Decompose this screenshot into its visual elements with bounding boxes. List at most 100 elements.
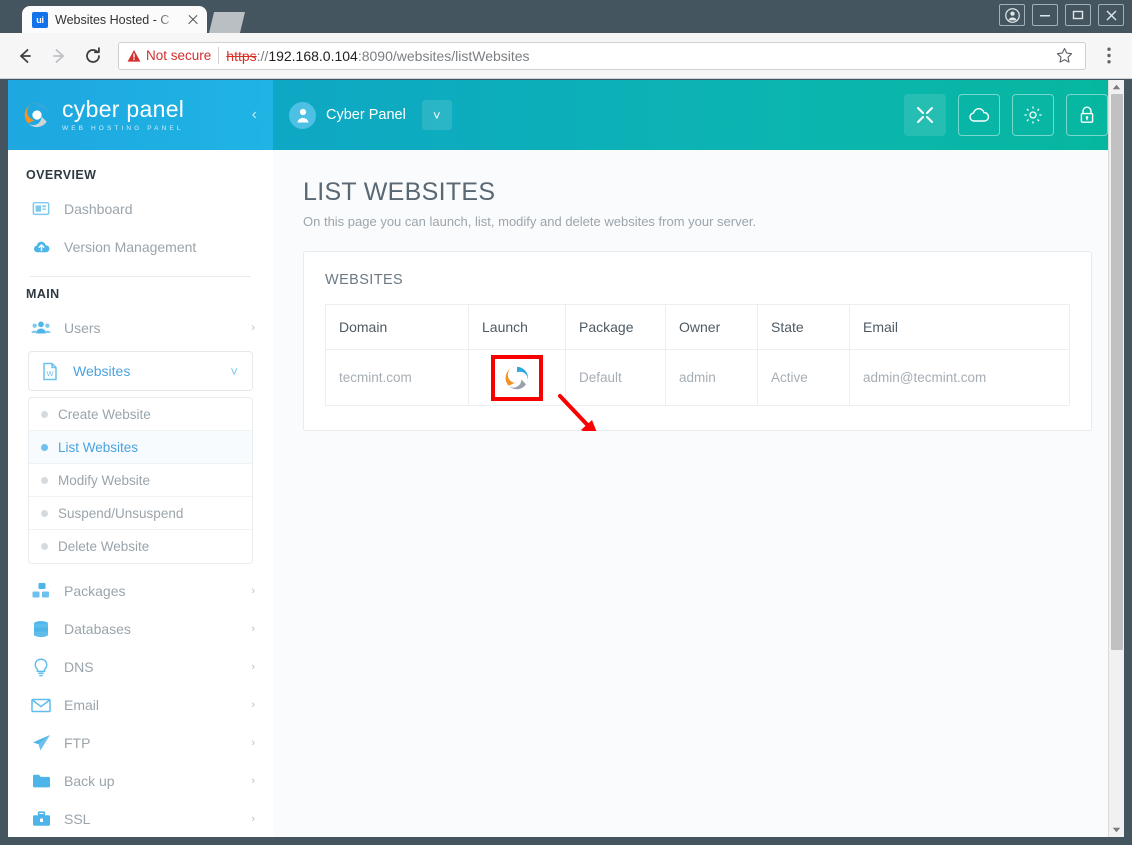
brand-name: cyber panel	[62, 96, 185, 122]
dns-bulb-icon	[30, 657, 52, 677]
url-scheme: https	[226, 47, 257, 64]
tab-strip: ui Websites Hosted - C	[0, 6, 245, 33]
submenu-item-label: Create Website	[58, 406, 151, 422]
bullet-icon	[41, 509, 48, 517]
star-icon[interactable]	[1051, 43, 1077, 69]
websites-table: Domain Launch Package Owner State Email …	[325, 304, 1070, 406]
fullscreen-icon[interactable]	[904, 94, 946, 136]
submenu-item-create-website[interactable]: Create Website	[29, 398, 252, 431]
database-icon	[30, 620, 52, 638]
bullet-icon	[41, 410, 48, 418]
sidebar-item-label: Packages	[64, 583, 126, 599]
three-dot-menu-icon[interactable]	[1096, 43, 1122, 69]
page-scrollbar[interactable]	[1108, 80, 1124, 837]
submenu-item-label: List Websites	[58, 439, 139, 455]
page-subtitle: On this page you can launch, list, modif…	[303, 214, 757, 229]
cloud-icon[interactable]	[958, 94, 1000, 136]
sidebar-item-label: Email	[64, 697, 100, 713]
scrollbar-thumb[interactable]	[1111, 94, 1123, 650]
url-text: https://192.168.0.104:8090/websites/list…	[226, 48, 529, 64]
gear-icon[interactable]	[1012, 94, 1054, 136]
sidebar-item-websites[interactable]: W Websites ˅	[28, 351, 253, 391]
submenu-item-list-websites[interactable]: List Websites	[29, 431, 252, 464]
scroll-down-icon[interactable]	[1109, 823, 1124, 837]
column-header-state: State	[757, 304, 850, 350]
sidebar-section-overview: OVERVIEW	[26, 168, 97, 182]
user-menu[interactable]: Cyber Panel	[289, 101, 406, 129]
maximize-icon[interactable]	[1065, 4, 1091, 26]
browser-titlebar: ui Websites Hosted - C	[0, 0, 1132, 33]
dashboard-icon	[30, 200, 52, 218]
window-controls	[999, 4, 1124, 26]
column-header-domain: Domain	[325, 304, 469, 350]
sidebar: cyber panel WEB HOSTING PANEL ‹ OVERVIEW…	[8, 80, 273, 837]
bullet-icon	[41, 543, 48, 550]
cloud-upload-icon	[30, 238, 52, 257]
sidebar-item-backup[interactable]: Back up ›	[8, 762, 273, 800]
main-area: Cyber Panel ˅ LIST WEBSITES On this page…	[273, 80, 1124, 837]
sidebar-section-main: MAIN	[26, 287, 60, 301]
email-envelope-icon	[30, 698, 52, 713]
brand-tagline: WEB HOSTING PANEL	[62, 125, 184, 132]
browser-tab[interactable]: ui Websites Hosted - C	[22, 6, 207, 33]
cyberpanel-logo-icon	[22, 100, 52, 130]
lock-icon[interactable]	[1066, 94, 1108, 136]
tab-title: Websites Hosted - C	[55, 12, 170, 27]
bullet-icon	[41, 443, 48, 451]
sidebar-item-dashboard[interactable]: Dashboard	[8, 190, 273, 228]
website-doc-icon: W	[39, 362, 61, 381]
chevron-right-icon: ›	[251, 623, 255, 635]
new-tab-button[interactable]	[209, 12, 245, 33]
sidebar-item-label: Databases	[64, 621, 131, 637]
reload-icon[interactable]	[78, 41, 108, 71]
user-avatar-icon	[289, 101, 316, 129]
sidebar-item-email[interactable]: Email ›	[8, 686, 273, 724]
submenu-item-label: Suspend/Unsuspend	[58, 505, 184, 521]
submenu-item-label: Modify Website	[58, 472, 151, 488]
minimize-icon[interactable]	[1032, 4, 1058, 26]
sidebar-item-databases[interactable]: Databases ›	[8, 610, 273, 648]
folder-icon	[30, 773, 52, 789]
sidebar-item-label: SSL	[64, 811, 91, 827]
cell-domain: tecmint.com	[325, 349, 469, 406]
cell-email: admin@tecmint.com	[849, 349, 1070, 406]
sidebar-item-ssl[interactable]: SSL ›	[8, 800, 273, 837]
submenu-item-modify-website[interactable]: Modify Website	[29, 464, 252, 497]
url-path: :8090/websites/listWebsites	[357, 47, 530, 64]
sidebar-item-users[interactable]: Users ›	[8, 309, 273, 347]
security-status[interactable]: Not secure	[127, 48, 211, 63]
url-host: 192.168.0.104	[268, 47, 358, 64]
submenu-item-suspend-unsuspend[interactable]: Suspend/Unsuspend	[29, 497, 252, 530]
address-bar[interactable]: Not secure https://192.168.0.104:8090/we…	[118, 41, 1086, 70]
close-icon[interactable]	[1098, 4, 1124, 26]
chevron-down-icon: ˅	[230, 363, 238, 379]
chevron-left-icon[interactable]: ‹	[252, 106, 257, 124]
sidebar-item-version-management[interactable]: Version Management	[8, 228, 273, 266]
sidebar-item-ftp[interactable]: FTP ›	[8, 724, 273, 762]
websites-submenu: Create Website List Websites Modify Webs…	[28, 397, 253, 564]
sidebar-item-dns[interactable]: DNS ›	[8, 648, 273, 686]
chevron-right-icon: ›	[251, 775, 255, 787]
tab-close-icon[interactable]	[185, 12, 201, 28]
browser-window: ui Websites Hosted - C Not secure https:…	[0, 0, 1132, 845]
profile-icon[interactable]	[999, 4, 1025, 26]
submenu-item-label: Delete Website	[58, 539, 150, 554]
column-header-email: Email	[849, 304, 1070, 350]
chevron-right-icon: ›	[251, 585, 255, 597]
back-arrow-icon[interactable]	[10, 41, 40, 71]
launch-website-button[interactable]	[491, 354, 543, 401]
chevron-right-icon: ›	[251, 661, 255, 673]
sidebar-item-packages[interactable]: Packages ›	[8, 572, 273, 610]
ssl-briefcase-icon	[30, 810, 52, 828]
url-separator: ://	[256, 47, 269, 64]
scroll-up-icon[interactable]	[1109, 80, 1124, 94]
user-dropdown-button[interactable]: ˅	[421, 100, 452, 130]
security-label: Not secure	[146, 48, 212, 63]
submenu-item-delete-website[interactable]: Delete Website	[29, 530, 252, 563]
panel-title: WEBSITES	[325, 272, 404, 288]
user-name: Cyber Panel	[326, 107, 406, 123]
omnibox-divider	[218, 47, 220, 64]
users-icon	[30, 319, 52, 337]
warning-triangle-icon	[127, 49, 141, 62]
sidebar-nav: OVERVIEW Dashboard Version Management MA…	[8, 150, 273, 837]
